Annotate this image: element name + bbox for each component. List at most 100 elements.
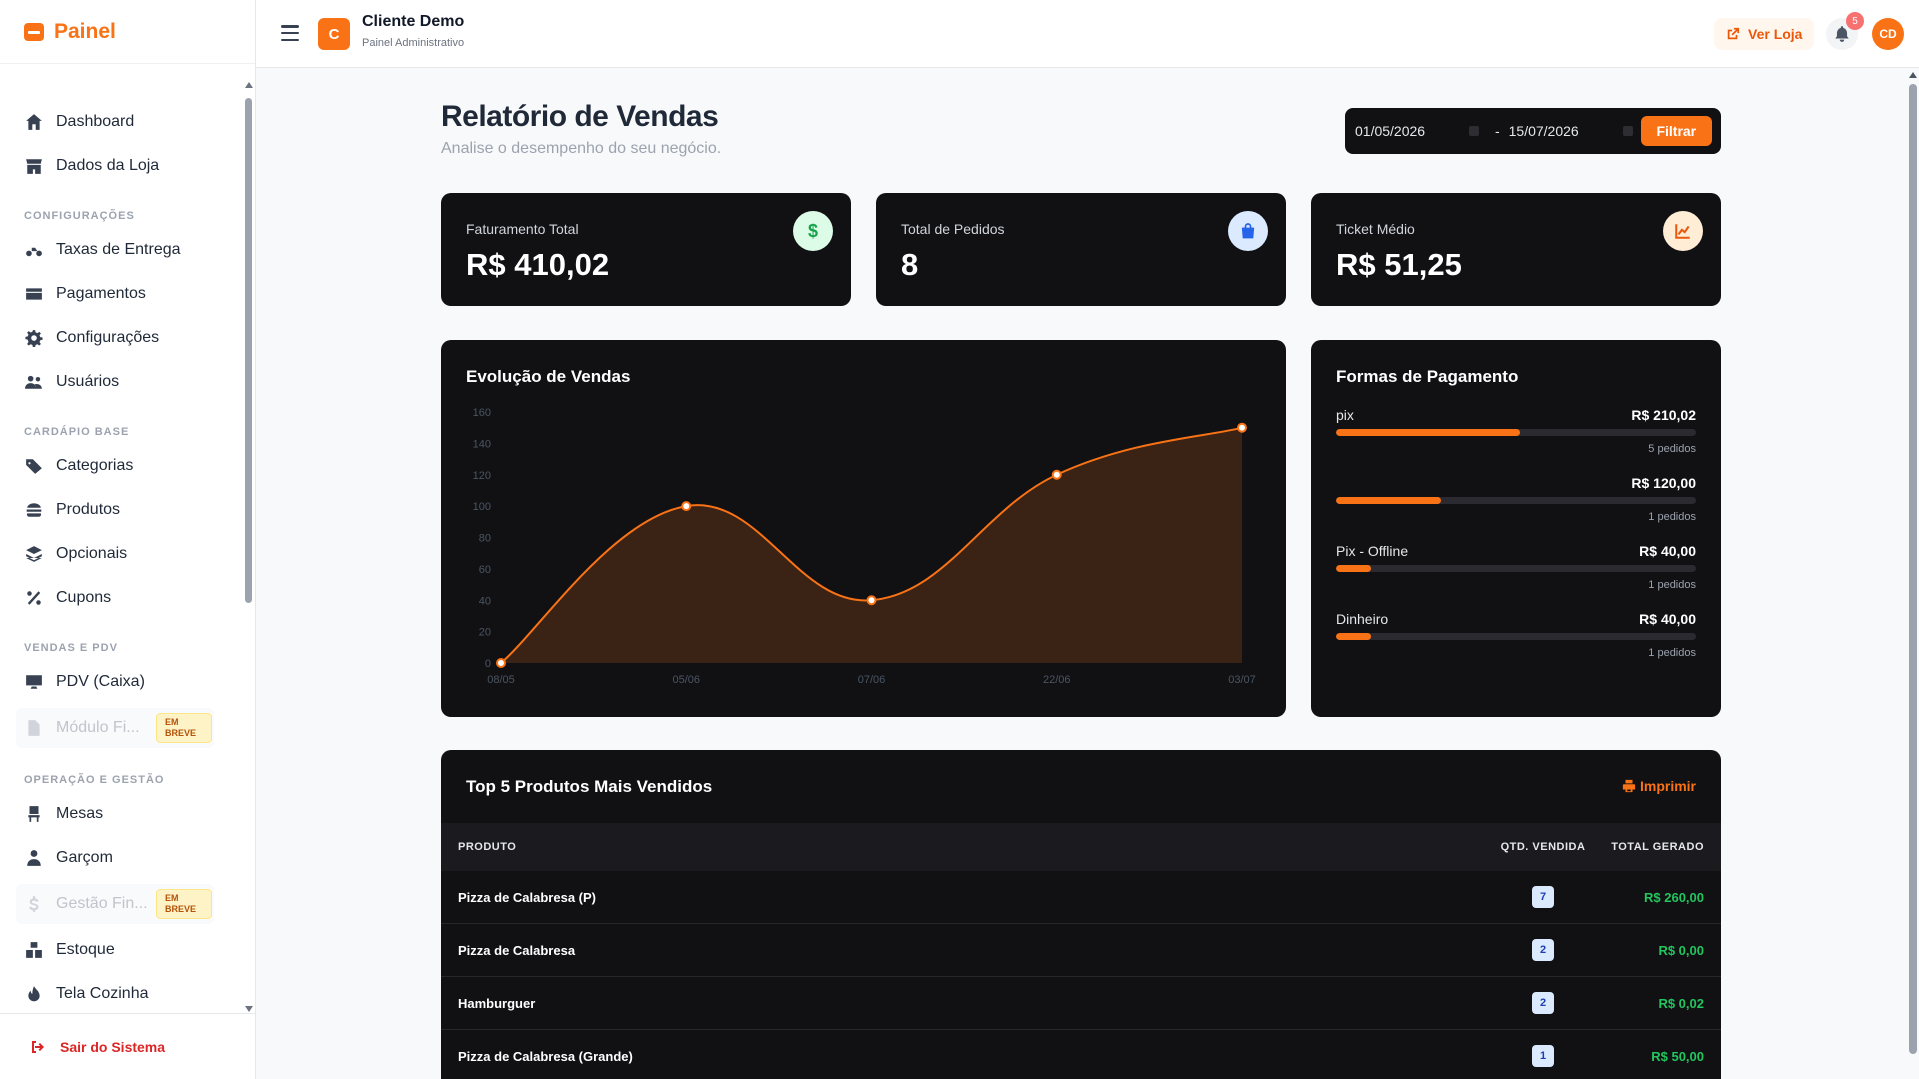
date-to-input[interactable]: 15/07/2026 — [1508, 116, 1641, 146]
sign-out-icon — [30, 1039, 46, 1055]
payment-method-value: R$ 40,00 — [1639, 611, 1696, 627]
brand-name: Painel — [54, 19, 116, 43]
sidebar: Painel Dashboard Dados da Loja CONFIGURAÇÕ… — [0, 0, 256, 1079]
sidebar-item-gestao-fin: Gestão Fin... EM BREVE — [16, 884, 214, 924]
product-name: Hamburguer — [458, 995, 536, 1011]
sidebar-item-label: PDV (Caixa) — [56, 673, 145, 690]
hamburger-icon — [24, 501, 44, 519]
sidebar-item-label: Pagamentos — [56, 285, 146, 302]
dollar-icon: $ — [793, 211, 833, 251]
chair-icon — [24, 805, 44, 823]
data-point — [1051, 469, 1062, 480]
sidebar-item-produtos[interactable]: Produtos — [0, 488, 244, 532]
client-name: Cliente Demo — [362, 13, 465, 30]
payment-orders-count: 1 pedidos — [1648, 647, 1696, 659]
filter-button[interactable]: Filtrar — [1640, 116, 1713, 146]
sales-chart: 0 20 40 60 80 100 120 140 160 08/05 05/06 07/06 22/0… — [473, 407, 1256, 686]
monitor-icon — [24, 673, 44, 691]
main-scroll-up-arrow[interactable] — [1909, 72, 1917, 78]
scroll-up-arrow[interactable] — [245, 82, 253, 88]
sidebar-item-pagamentos[interactable]: Pagamentos — [0, 272, 244, 316]
boxes-icon — [24, 941, 44, 959]
date-filter: 01/05/2026 - 15/07/2026 Filtrar — [1345, 108, 1721, 154]
total-value: R$ 260,00 — [1644, 889, 1704, 905]
sidebar-item-opcionais[interactable]: Opcionais — [0, 532, 244, 576]
table-row[interactable]: Pizza de Calabresa 2 R$ 0,00 — [441, 924, 1721, 977]
client-subtitle: Painel Administrativo — [362, 37, 465, 49]
print-label: Imprimir — [1639, 778, 1696, 794]
sidebar-nav: Dashboard Dados da Loja CONFIGURAÇÕES Taxas… — [0, 64, 244, 1012]
main-scroll-thumb[interactable] — [1909, 84, 1917, 1054]
motorcycle-icon — [24, 241, 44, 259]
sidebar-item-dashboard[interactable]: Dashboard — [0, 100, 244, 144]
kpi-card-ticket: Ticket Médio R$ 51,25 — [1311, 193, 1721, 306]
payment-progress-fill — [1336, 429, 1521, 436]
kpi-label: Total de Pedidos — [901, 221, 1005, 237]
sidebar-item-dados-da-loja[interactable]: Dados da Loja — [0, 144, 244, 188]
user-avatar[interactable]: CD — [1872, 18, 1904, 50]
notifications-button[interactable]: 5 — [1826, 12, 1864, 50]
sidebar-scrollbar[interactable] — [244, 82, 253, 1012]
top-header: C Cliente Demo Painel Administrativo Ver… — [256, 0, 1919, 68]
table-header: PRODUTO QTD. VENDIDA TOTAL GERADO — [441, 823, 1721, 871]
user-tie-icon — [24, 849, 44, 867]
users-icon — [24, 373, 44, 391]
sidebar-item-cupons[interactable]: Cupons — [0, 576, 244, 620]
table-row[interactable]: Pizza de Calabresa (Grande) 1 R$ 50,00 — [441, 1030, 1721, 1079]
menu-toggle-icon[interactable] — [281, 25, 299, 41]
payments-card: Formas de Pagamento pix R$ 210,02 5 pedido… — [1311, 340, 1721, 717]
calendar-icon[interactable] — [1622, 126, 1633, 136]
qty-badge: 2 — [1532, 939, 1554, 961]
payment-method-row: Dinheiro R$ 40,00 1 pedidos — [1336, 611, 1696, 677]
table-row[interactable]: Hamburguer 2 R$ 0,02 — [441, 977, 1721, 1030]
sidebar-item-categorias[interactable]: Categorias — [0, 444, 244, 488]
tags-icon — [24, 457, 44, 475]
sidebar-item-estoque[interactable]: Estoque — [0, 928, 244, 972]
product-name: Pizza de Calabresa — [458, 942, 576, 958]
payment-method-name: Dinheiro — [1336, 611, 1389, 627]
external-link-icon — [1727, 27, 1740, 40]
sidebar-item-configuracoes[interactable]: Configurações — [0, 316, 244, 360]
payment-method-row: pix R$ 210,02 5 pedidos — [1336, 407, 1696, 473]
print-button[interactable]: Imprimir — [1622, 778, 1696, 794]
top-products-title: Top 5 Produtos Mais Vendidos — [466, 777, 713, 796]
y-tick-label: 140 — [473, 438, 491, 450]
table-row[interactable]: Pizza de Calabresa (P) 7 R$ 260,00 — [441, 871, 1721, 924]
sidebar-item-label: Estoque — [56, 941, 115, 958]
sidebar-item-usuarios[interactable]: Usuários — [0, 360, 244, 404]
notification-count-badge: 5 — [1846, 12, 1864, 30]
coming-soon-badge: EM BREVE — [156, 713, 212, 743]
x-tick-label: 03/07 — [1228, 674, 1256, 686]
payment-orders-count: 5 pedidos — [1648, 443, 1696, 455]
sidebar-item-pdv-caixa[interactable]: PDV (Caixa) — [0, 660, 244, 704]
logout-button[interactable]: Sair do Sistema — [0, 1013, 255, 1079]
sidebar-item-taxas-de-entrega[interactable]: Taxas de Entrega — [0, 228, 244, 272]
payment-progress-bar — [1336, 497, 1696, 504]
payment-method-name: Pix - Offline — [1336, 543, 1409, 559]
data-point — [866, 595, 877, 606]
top-products-card: Top 5 Produtos Mais Vendidos Imprimir PR… — [441, 750, 1721, 1079]
y-tick-label: 40 — [479, 595, 491, 607]
payment-progress-bar — [1336, 633, 1696, 640]
sidebar-section-title: CARDÁPIO BASE — [24, 426, 130, 438]
y-tick-label: 160 — [473, 407, 491, 419]
store-icon — [24, 157, 44, 175]
date-from-input[interactable]: 01/05/2026 — [1354, 116, 1487, 146]
scroll-thumb[interactable] — [245, 98, 252, 603]
payment-progress-bar — [1336, 565, 1696, 572]
sidebar-item-tela-cozinha[interactable]: Tela Cozinha — [0, 972, 244, 1012]
sidebar-item-label: Usuários — [56, 373, 120, 390]
main-scrollbar[interactable] — [1908, 70, 1918, 1079]
sidebar-item-garcom[interactable]: Garçom — [0, 836, 244, 880]
data-point — [681, 501, 692, 512]
column-header-product: PRODUTO — [458, 841, 517, 853]
data-point — [1237, 422, 1247, 433]
ver-loja-button[interactable]: Ver Loja — [1714, 18, 1815, 50]
brand[interactable]: Painel — [0, 0, 255, 64]
payment-orders-count: 1 pedidos — [1648, 579, 1696, 591]
scroll-down-arrow[interactable] — [245, 1006, 253, 1012]
calendar-icon[interactable] — [1468, 126, 1479, 136]
sidebar-item-label: Opcionais — [56, 545, 128, 562]
sidebar-item-mesas[interactable]: Mesas — [0, 792, 244, 836]
sidebar-item-modulo-fi: Módulo Fi... EM BREVE — [16, 708, 214, 748]
